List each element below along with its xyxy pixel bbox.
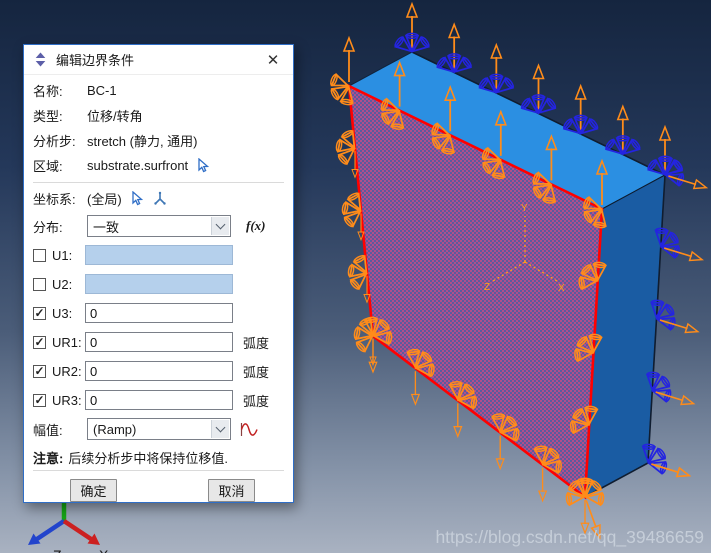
ur2-unit: 弧度: [243, 364, 270, 380]
chevron-down-icon: [211, 217, 229, 235]
note-label: 注意:: [33, 450, 64, 466]
abaqus-window: Y Z X Z X https://blog.csdn.net/qq_39486…: [0, 0, 711, 553]
dof-row-u3: U3:: [33, 301, 284, 325]
distribution-label: 分布:: [33, 219, 63, 235]
distribution-select[interactable]: 一致: [87, 215, 231, 237]
name-row: 名称: BC-1: [33, 78, 284, 102]
region-edit-button[interactable]: [196, 157, 210, 173]
amplitude-row: 幅值: (Ramp): [33, 416, 284, 442]
cursor-icon: [198, 157, 210, 172]
dof-row-u2: U2:: [33, 272, 284, 296]
watermark: https://blog.csdn.net/qq_39486659: [435, 527, 704, 548]
u2-input[interactable]: [85, 274, 233, 294]
name-value: BC-1: [87, 82, 117, 98]
name-label: 名称:: [33, 83, 63, 99]
u1-checkbox[interactable]: [33, 248, 46, 262]
view-triad-label-z: Z: [53, 547, 62, 553]
dof-row-ur3: UR3: 弧度: [33, 388, 284, 412]
ok-button[interactable]: 确定: [70, 479, 117, 502]
bc-dialog-icon: [35, 52, 46, 67]
type-row: 类型: 位移/转角: [33, 103, 284, 127]
dialog-titlebar[interactable]: 编辑边界条件 ✕: [24, 45, 293, 75]
ur3-input[interactable]: [85, 390, 233, 410]
ur3-unit: 弧度: [243, 393, 270, 409]
ur2-checkbox[interactable]: [33, 364, 46, 378]
sine-wave-icon: [240, 422, 258, 436]
u2-checkbox[interactable]: [33, 277, 46, 291]
step-label: 分析步:: [33, 133, 76, 149]
csys-label-y: Y: [521, 203, 528, 214]
distribution-row: 分布: 一致 f(x): [33, 213, 284, 239]
ur1-unit: 弧度: [243, 335, 270, 351]
close-icon[interactable]: ✕: [262, 51, 284, 69]
cursor-icon: [132, 190, 143, 205]
ur1-input[interactable]: [85, 332, 233, 352]
chevron-down-icon: [211, 420, 229, 438]
u3-label: U3:: [52, 305, 73, 321]
csys-row: 坐标系: (全局): [33, 186, 284, 210]
ur3-label: UR3:: [52, 392, 82, 408]
amplitude-value: (Ramp): [93, 421, 137, 437]
amplitude-label: 幅值:: [33, 422, 63, 438]
view-triad-label-x: X: [99, 547, 109, 553]
region-label: 区域:: [33, 158, 63, 174]
distribution-value: 一致: [93, 219, 120, 235]
csys-value: (全局): [87, 191, 122, 207]
u2-label: U2:: [52, 276, 73, 292]
dialog-title: 编辑边界条件: [56, 53, 135, 68]
step-row: 分析步: stretch (静力, 通用): [33, 128, 284, 152]
amplitude-select[interactable]: (Ramp): [87, 418, 231, 440]
create-amplitude-button[interactable]: [239, 421, 259, 438]
edit-bc-dialog: 编辑边界条件 ✕ 名称: BC-1 类型: 位移/转角 分析步: stretch…: [23, 44, 294, 503]
cancel-button[interactable]: 取消: [208, 479, 255, 502]
u1-input[interactable]: [85, 245, 233, 265]
type-value: 位移/转角: [87, 108, 143, 124]
csys-create-button[interactable]: [152, 191, 168, 206]
step-value: stretch (静力, 通用): [87, 133, 198, 149]
csys-label-z: Z: [484, 282, 490, 293]
separator: [33, 182, 284, 183]
dof-row-u1: U1:: [33, 243, 284, 267]
note-row: 注意: 后续分析步中将保持位移值.: [33, 447, 284, 467]
u3-checkbox[interactable]: [33, 306, 46, 320]
triad-icon: [153, 191, 166, 205]
csys-edit-button[interactable]: [130, 190, 144, 206]
u1-label: U1:: [52, 247, 73, 263]
ur3-checkbox[interactable]: [33, 393, 46, 407]
ur1-checkbox[interactable]: [33, 335, 46, 349]
ur1-label: UR1:: [52, 334, 82, 350]
u3-input[interactable]: [85, 303, 233, 323]
note-text: 后续分析步中将保持位移值.: [68, 450, 228, 466]
dof-row-ur2: UR2: 弧度: [33, 359, 284, 383]
region-value: substrate.surfront: [87, 157, 189, 173]
csys-label: 坐标系:: [33, 191, 76, 207]
type-label: 类型:: [33, 108, 63, 124]
fx-button[interactable]: f(x): [246, 218, 266, 234]
ur2-input[interactable]: [85, 361, 233, 381]
ur2-label: UR2:: [52, 363, 82, 379]
dof-row-ur1: UR1: 弧度: [33, 330, 284, 354]
separator: [33, 470, 284, 471]
region-row: 区域: substrate.surfront: [33, 153, 284, 177]
csys-label-x: X: [558, 283, 565, 294]
